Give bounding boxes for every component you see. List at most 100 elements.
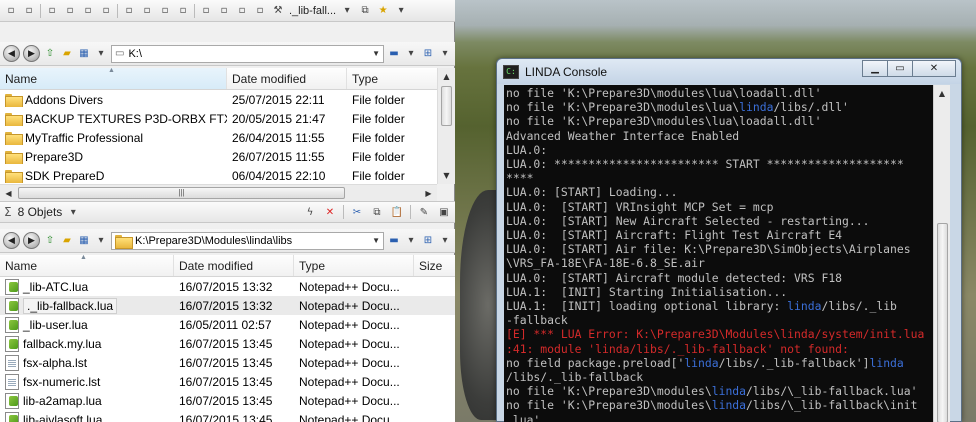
- list-item[interactable]: MyTraffic Professional 26/04/2015 11:55 Fi…: [0, 128, 437, 147]
- chevron-down-icon[interactable]: ▾: [340, 4, 354, 18]
- scroll-down-icon[interactable]: ▼: [438, 167, 455, 184]
- layout-icon[interactable]: ▣: [437, 205, 451, 219]
- up-folder-icon[interactable]: ⇧: [43, 234, 57, 248]
- column-header-name[interactable]: Name: [0, 255, 174, 276]
- monitor-icon[interactable]: ▬: [387, 234, 401, 248]
- list-item[interactable]: lib-a2amap.lua 16/07/2015 13:45 Notepad++ …: [0, 391, 455, 410]
- toolbar-button-icon[interactable]: ▫: [158, 4, 172, 18]
- list-item[interactable]: lib-aivlasoft.lua 16/07/2015 13:45 Notepad…: [0, 410, 455, 422]
- chevron-down-icon[interactable]: ▾: [394, 4, 408, 18]
- copy-icon[interactable]: ⧉: [370, 205, 384, 219]
- chevron-down-icon[interactable]: ▾: [404, 234, 418, 248]
- column-header-size[interactable]: Size: [414, 255, 455, 276]
- list-item[interactable]: Prepare3D 26/07/2015 11:55 File folder: [0, 147, 437, 166]
- view-icon[interactable]: ▦: [77, 234, 91, 248]
- cut-icon[interactable]: ✂: [350, 205, 364, 219]
- new-folder-icon[interactable]: ▰: [60, 47, 74, 61]
- star-icon[interactable]: ★: [376, 4, 390, 18]
- edit-icon[interactable]: ✎: [417, 205, 431, 219]
- console-line: \VRS_FA-18E\FA-18E-6.8_SE.air: [506, 256, 705, 271]
- chevron-down-icon[interactable]: ▾: [438, 234, 452, 248]
- column-header-date[interactable]: Date modified: [227, 68, 347, 89]
- back-icon[interactable]: ◀: [3, 45, 20, 62]
- maximize-button[interactable]: ▭: [887, 60, 913, 77]
- top-address-bar: ◀ ▶ ⇧ ▰ ▦ ▾ ▭ K:\ ▼ ▬ ▾ ⊞ ▾: [0, 42, 455, 66]
- column-header-date[interactable]: Date modified: [174, 255, 294, 276]
- top-file-list: ▲ Name Date modified Type Addons Divers 2…: [0, 68, 437, 184]
- paste-icon[interactable]: 📋: [390, 205, 404, 219]
- list-item[interactable]: fsx-alpha.lst 16/07/2015 13:45 Notepad++ D…: [0, 353, 455, 372]
- chevron-down-icon[interactable]: ▾: [66, 205, 80, 219]
- toolbar-button-icon[interactable]: ▫: [22, 4, 36, 18]
- copy-icon[interactable]: ⧉: [358, 4, 372, 18]
- top-address-input[interactable]: ▭ K:\ ▼: [111, 44, 384, 63]
- toolbar-button-icon[interactable]: ▫: [122, 4, 136, 18]
- list-item[interactable]: ._lib-fallback.lua 16/07/2015 13:32 Notepa…: [0, 296, 455, 315]
- lightning-icon[interactable]: ϟ: [303, 205, 317, 219]
- scroll-up-icon[interactable]: ▲: [438, 68, 455, 85]
- chevron-down-icon[interactable]: ▼: [372, 49, 380, 58]
- network-icon[interactable]: ⊞: [421, 234, 435, 248]
- console-line: LUA.1: [INIT] Starting Initialisation...: [506, 284, 788, 299]
- delete-icon[interactable]: ✕: [323, 205, 337, 219]
- scroll-right-icon[interactable]: ▶: [420, 189, 437, 198]
- list-item[interactable]: fallback.my.lua 16/07/2015 13:45 Notepad++…: [0, 334, 455, 353]
- console-title-bar[interactable]: C: LINDA Console ▁ ▭ ✕: [497, 59, 961, 84]
- forward-icon[interactable]: ▶: [23, 45, 40, 62]
- monitor-icon[interactable]: ▬: [387, 47, 401, 61]
- date-cell: 16/07/2015 13:45: [179, 393, 273, 408]
- toolbar-button-icon[interactable]: ▫: [253, 4, 267, 18]
- notepad-file-icon: [5, 411, 19, 422]
- close-button[interactable]: ✕: [912, 60, 956, 77]
- file-name: Prepare3D: [25, 149, 84, 164]
- view-icon[interactable]: ▦: [77, 47, 91, 61]
- toolbar-button-icon[interactable]: ▫: [235, 4, 249, 18]
- list-item[interactable]: SDK PrepareD 06/04/2015 22:10 File folder: [0, 166, 437, 184]
- chevron-down-icon[interactable]: ▾: [438, 47, 452, 61]
- new-folder-icon[interactable]: ▰: [60, 234, 74, 248]
- list-item[interactable]: BACKUP TEXTURES P3D-ORBX FTX G 20/05/2015…: [0, 109, 437, 128]
- toolbar-button-icon[interactable]: ▫: [81, 4, 95, 18]
- type-cell: Notepad++ Docu...: [299, 279, 400, 294]
- toolbar-button-icon[interactable]: ▫: [45, 4, 59, 18]
- list-item[interactable]: _lib-ATC.lua 16/07/2015 13:32 Notepad++ Do…: [0, 277, 455, 296]
- scroll-thumb[interactable]: |||: [18, 187, 345, 199]
- chevron-down-icon[interactable]: ▾: [94, 47, 108, 61]
- chevron-down-icon[interactable]: ▼: [372, 236, 380, 245]
- list-item[interactable]: fsx-numeric.lst 16/07/2015 13:45 Notepad++…: [0, 372, 455, 391]
- column-header-type[interactable]: Type: [294, 255, 414, 276]
- chevron-down-icon[interactable]: ▾: [404, 47, 418, 61]
- list-item[interactable]: Addons Divers 25/07/2015 22:11 File folder: [0, 90, 437, 109]
- top-vertical-scrollbar[interactable]: ▲ ▼: [437, 68, 455, 184]
- date-cell: 20/05/2015 21:47: [232, 111, 326, 126]
- toolbar-breadcrumb[interactable]: ._lib-fall...: [289, 5, 336, 17]
- toolbar-button-icon[interactable]: ▫: [4, 4, 18, 18]
- toolbar-button-icon[interactable]: ▫: [217, 4, 231, 18]
- toolbar-button-icon[interactable]: ▫: [176, 4, 190, 18]
- back-icon[interactable]: ◀: [3, 232, 20, 249]
- scroll-thumb[interactable]: [441, 86, 452, 126]
- list-item[interactable]: _lib-user.lua 16/05/2011 02:57 Notepad++ D…: [0, 315, 455, 334]
- up-folder-icon[interactable]: ⇧: [43, 47, 57, 61]
- type-cell: Notepad++ Docu...: [299, 298, 400, 313]
- network-icon[interactable]: ⊞: [421, 47, 435, 61]
- column-header-type[interactable]: Type: [347, 68, 437, 89]
- scroll-thumb[interactable]: [937, 223, 948, 422]
- console-scrollbar[interactable]: ▲: [933, 85, 950, 422]
- bottom-address-input[interactable]: K:\Prepare3D\Modules\linda\libs ▼: [111, 231, 384, 250]
- file-name-cell: _lib-ATC.lua: [0, 278, 174, 295]
- toolbar-button-icon[interactable]: ▫: [140, 4, 154, 18]
- chevron-down-icon[interactable]: ▾: [94, 234, 108, 248]
- minimize-button[interactable]: ▁: [862, 60, 888, 77]
- file-name: SDK PrepareD: [25, 168, 105, 183]
- toolbar-button-icon[interactable]: ▫: [63, 4, 77, 18]
- scroll-up-icon[interactable]: ▲: [934, 85, 950, 102]
- toolbar-button-icon[interactable]: ▫: [199, 4, 213, 18]
- scroll-left-icon[interactable]: ◀: [0, 189, 17, 198]
- hammer-icon[interactable]: ⚒: [271, 4, 285, 18]
- forward-icon[interactable]: ▶: [23, 232, 40, 249]
- top-horizontal-scrollbar[interactable]: ◀ ||| ▶: [0, 184, 437, 201]
- type-cell: File folder: [352, 130, 405, 145]
- file-name-cell: fsx-alpha.lst: [0, 354, 174, 371]
- toolbar-button-icon[interactable]: ▫: [99, 4, 113, 18]
